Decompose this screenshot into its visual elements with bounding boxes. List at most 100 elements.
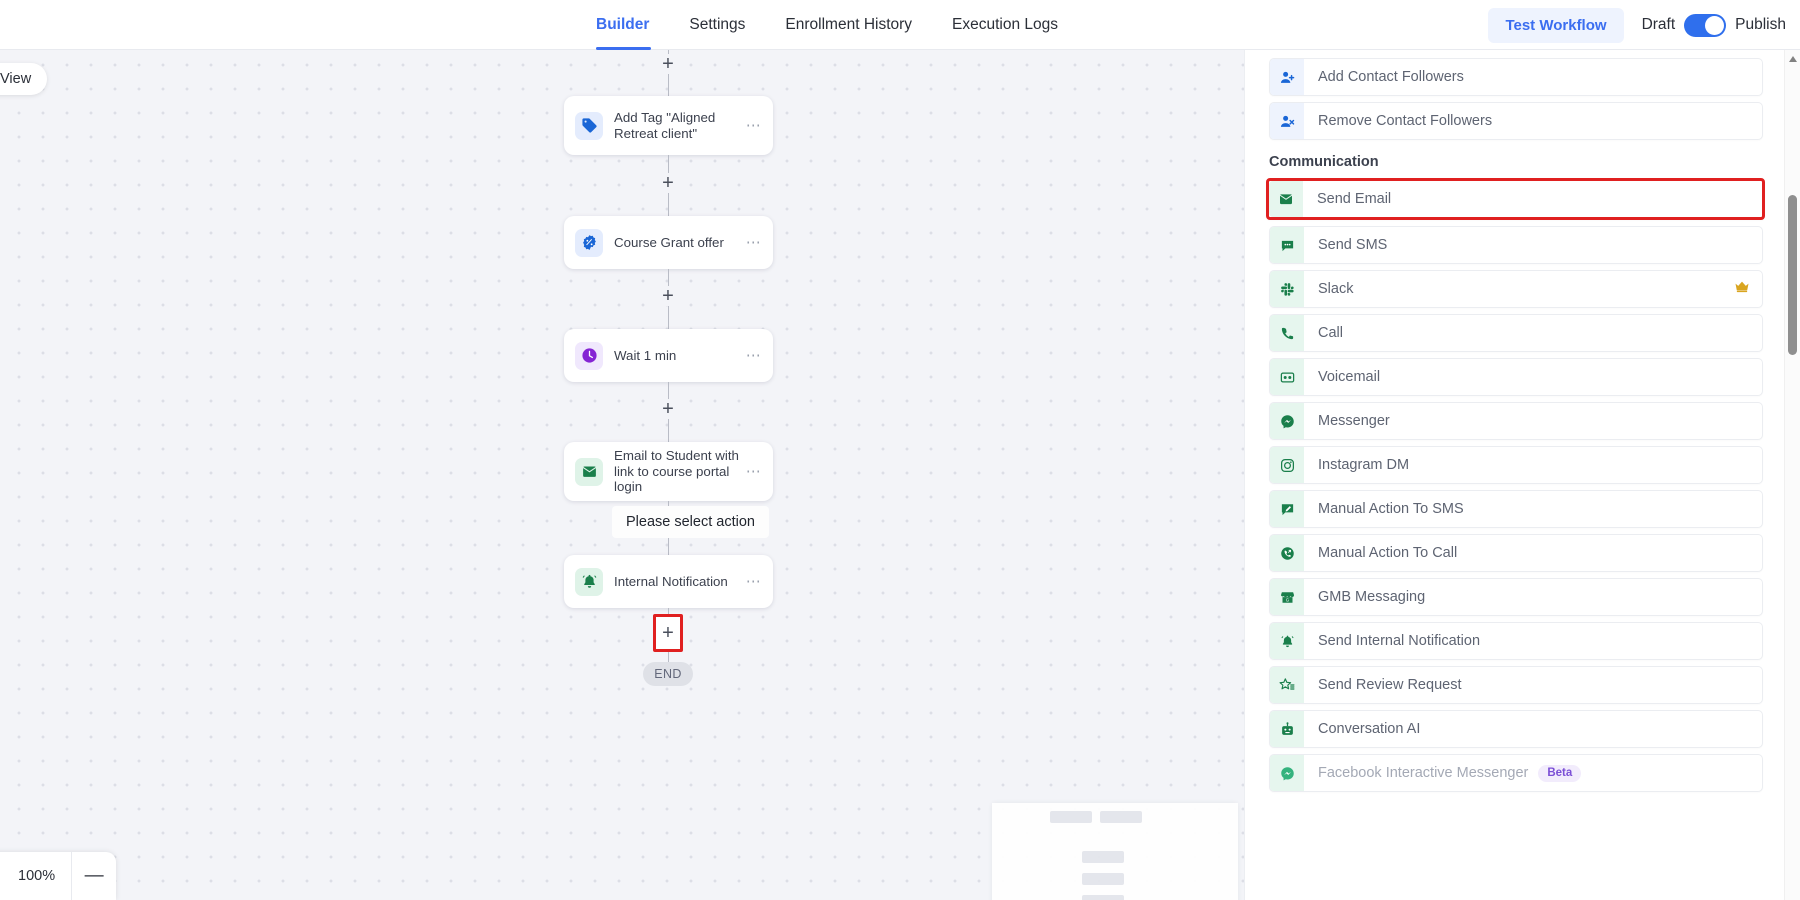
publish-toggle[interactable] — [1684, 13, 1727, 37]
top-bar-actions: Test Workflow Draft Publish — [1488, 0, 1786, 50]
action-item-label: Add Contact Followers — [1318, 69, 1464, 85]
test-workflow-button[interactable]: Test Workflow — [1488, 7, 1624, 43]
publish-label: Publish — [1735, 16, 1786, 33]
workflow-node[interactable]: Email to Student with link to course por… — [564, 442, 773, 501]
connector-line — [667, 193, 669, 216]
top-bar: Builder Settings Enrollment History Exec… — [0, 0, 1800, 50]
action-item-label: Manual Action To SMS — [1318, 501, 1464, 517]
workflow-node-label: Course Grant offer — [614, 234, 724, 250]
draft-publish-toggle-group: Draft Publish — [1642, 13, 1786, 37]
workflow-canvas[interactable]: View + Add Tag "Aligned Retreat client" … — [0, 50, 1244, 900]
action-item-manual-action-to-sms[interactable]: Manual Action To SMS — [1269, 490, 1763, 528]
action-item-facebook-interactive-messenger[interactable]: Facebook Interactive Messenger Beta — [1269, 754, 1763, 792]
connector-line — [667, 155, 669, 173]
actions-panel: Add Contact Followers Remove Contact Fol… — [1244, 50, 1800, 900]
action-item-label: Manual Action To Call — [1318, 545, 1458, 561]
action-item-label: Instagram DM — [1318, 457, 1410, 473]
tab-execution-logs[interactable]: Execution Logs — [932, 0, 1078, 50]
workflow-node[interactable]: Course Grant offer ⋯ — [564, 216, 773, 269]
connector-line — [667, 306, 669, 329]
panel-scrollbar[interactable] — [1784, 50, 1800, 900]
action-item-label: Conversation AI — [1318, 721, 1421, 737]
tab-execution-logs-label: Execution Logs — [952, 16, 1059, 33]
actions-panel-list: Add Contact Followers Remove Contact Fol… — [1245, 50, 1785, 798]
workflow-node[interactable]: Add Tag "Aligned Retreat client" ⋯ — [564, 96, 773, 155]
action-item-voicemail[interactable]: Voicemail — [1269, 358, 1763, 396]
action-item-label: Remove Contact Followers — [1318, 113, 1493, 129]
toggle-knob — [1705, 15, 1725, 35]
action-item-add-contact-followers[interactable]: Add Contact Followers — [1269, 58, 1763, 96]
view-toggle-pill[interactable]: View — [0, 63, 48, 95]
action-item-label: GMB Messaging — [1318, 589, 1426, 605]
add-step-button[interactable]: + — [658, 399, 678, 419]
bell-icon — [575, 567, 603, 596]
messenger-icon — [1270, 403, 1304, 439]
bell-icon — [1270, 623, 1304, 659]
zoom-level-value[interactable]: 100% — [0, 852, 73, 900]
action-item-label: Send Email — [1317, 191, 1392, 207]
action-item-label: Send Review Request — [1318, 677, 1462, 693]
action-item-label: Call — [1318, 325, 1343, 341]
sms-icon — [1270, 227, 1304, 263]
action-item-call[interactable]: Call — [1269, 314, 1763, 352]
node-options-button[interactable]: ⋯ — [746, 574, 762, 589]
action-item-send-sms[interactable]: Send SMS — [1269, 226, 1763, 264]
zoom-out-button[interactable]: — — [72, 852, 116, 900]
action-item-label: Messenger — [1318, 413, 1390, 429]
add-step-button-highlighted[interactable]: + — [653, 614, 683, 652]
tab-settings[interactable]: Settings — [669, 0, 765, 50]
please-select-action-tooltip: Please select action — [612, 506, 769, 538]
beta-badge: Beta — [1538, 764, 1582, 782]
tab-builder-label: Builder — [596, 16, 650, 33]
tab-enrollment-history-label: Enrollment History — [785, 16, 913, 33]
action-item-messenger[interactable]: Messenger — [1269, 402, 1763, 440]
action-item-instagram-dm[interactable]: Instagram DM — [1269, 446, 1763, 484]
node-options-button[interactable]: ⋯ — [746, 464, 762, 479]
action-item-send-email[interactable]: Send Email — [1266, 178, 1765, 220]
robot-icon — [1270, 711, 1304, 747]
slack-icon — [1270, 271, 1304, 307]
add-step-button[interactable]: + — [658, 286, 678, 306]
user-remove-icon — [1270, 103, 1304, 139]
tag-icon — [575, 111, 603, 140]
action-item-manual-action-to-call[interactable]: Manual Action To Call — [1269, 534, 1763, 572]
node-options-button[interactable]: ⋯ — [746, 348, 762, 363]
node-options-button[interactable]: ⋯ — [746, 235, 762, 250]
action-item-send-review-request[interactable]: Send Review Request — [1269, 666, 1763, 704]
action-item-label: Facebook Interactive Messenger — [1318, 765, 1529, 781]
manual-call-icon — [1270, 535, 1304, 571]
section-title-communication: Communication — [1269, 154, 1379, 170]
add-step-button[interactable]: + — [658, 173, 678, 193]
action-item-send-internal-notification[interactable]: Send Internal Notification — [1269, 622, 1763, 660]
action-item-remove-contact-followers[interactable]: Remove Contact Followers — [1269, 102, 1763, 140]
connector-line — [667, 419, 669, 442]
canvas-minimap[interactable] — [992, 803, 1238, 900]
tab-enrollment-history[interactable]: Enrollment History — [765, 0, 932, 50]
scrollbar-thumb[interactable] — [1788, 195, 1797, 355]
voicemail-icon — [1270, 359, 1304, 395]
star-list-icon — [1270, 667, 1304, 703]
email-icon — [1269, 181, 1303, 217]
discount-badge-icon — [575, 228, 603, 257]
node-options-button[interactable]: ⋯ — [746, 118, 762, 133]
action-item-gmb-messaging[interactable]: G GMB Messaging — [1269, 578, 1763, 616]
workflow-node[interactable]: Internal Notification ⋯ — [564, 555, 773, 608]
tab-settings-label: Settings — [689, 16, 746, 33]
workflow-node-label: Internal Notification — [614, 573, 728, 589]
scroll-up-arrow-icon[interactable] — [1789, 56, 1797, 62]
tab-builder[interactable]: Builder — [596, 0, 669, 50]
user-add-icon — [1270, 59, 1304, 95]
action-item-label: Voicemail — [1318, 369, 1381, 385]
phone-icon — [1270, 315, 1304, 351]
instagram-icon — [1270, 447, 1304, 483]
action-item-slack[interactable]: Slack — [1269, 270, 1763, 308]
add-step-button[interactable]: + — [658, 54, 678, 74]
workflow-node[interactable]: Wait 1 min ⋯ — [564, 329, 773, 382]
action-item-conversation-ai[interactable]: Conversation AI — [1269, 710, 1763, 748]
crown-icon — [1734, 280, 1750, 298]
connector-line — [667, 74, 669, 96]
main-tabs: Builder Settings Enrollment History Exec… — [596, 0, 1078, 50]
svg-text:G: G — [1285, 597, 1289, 602]
action-item-label: Send Internal Notification — [1318, 633, 1481, 649]
zoom-control: 100% — — [0, 852, 117, 900]
